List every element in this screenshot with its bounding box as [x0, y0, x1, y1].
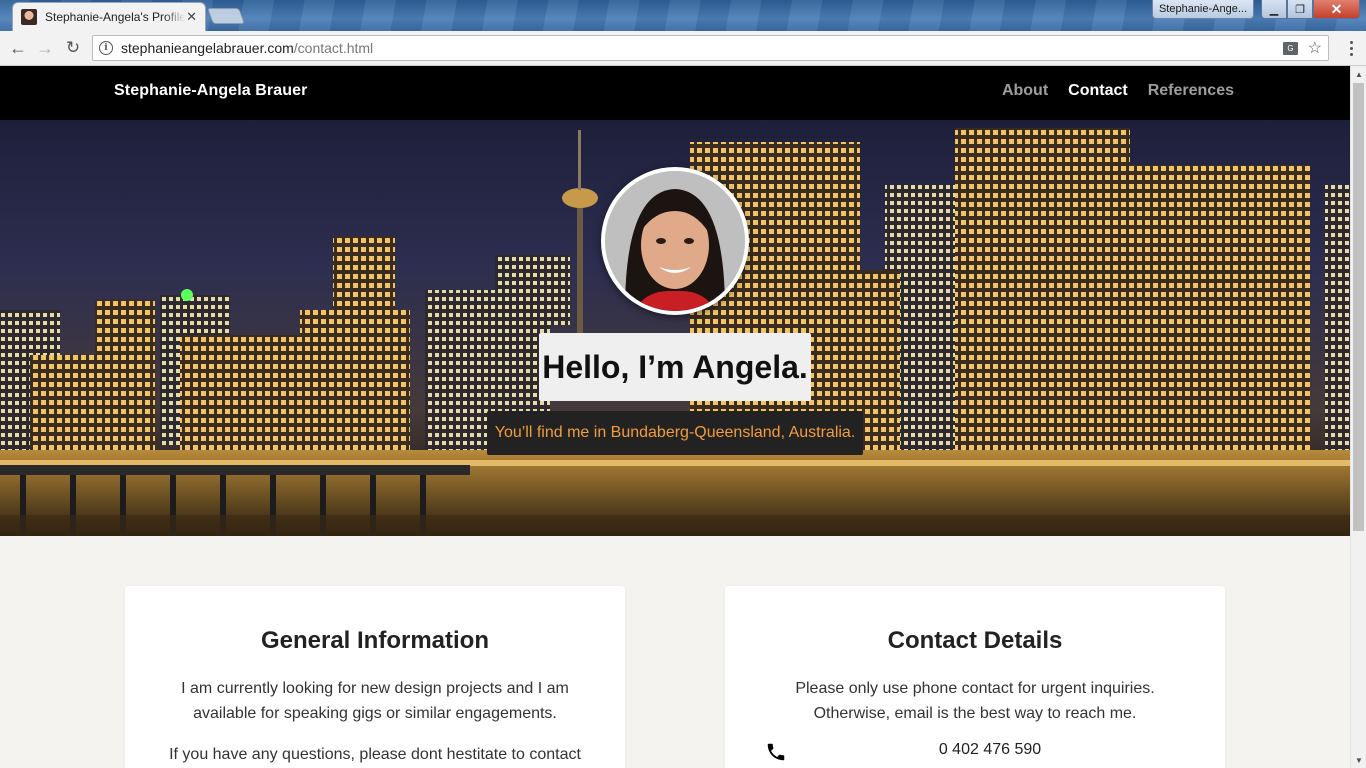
phone-number[interactable]: 0 402 476 590: [725, 741, 1255, 759]
general-information-title: General Information: [260, 627, 490, 654]
general-information-card: General Information I am currently looki…: [125, 586, 625, 768]
hero-banner: Hello, I’m Angela. You’ll find me in Bun…: [0, 120, 1350, 536]
nav-link-about[interactable]: About: [1002, 82, 1048, 100]
minimize-button[interactable]: ▁: [1261, 0, 1287, 19]
contact-details-card: Contact Details Please only use phone co…: [725, 586, 1225, 768]
info-icon[interactable]: i: [99, 41, 113, 55]
browser-toolbar: ← → ↻ i stephanieangelabrauer.com/contac…: [0, 31, 1366, 66]
browser-titlebar: Stephanie-Angela's Profile ✕ Stephanie-A…: [0, 0, 1366, 31]
hero-heading: Hello, I’m Angela.: [539, 333, 811, 401]
forward-arrow-icon[interactable]: →: [34, 37, 56, 59]
tab-close-icon[interactable]: ✕: [186, 9, 197, 25]
profile-favicon-icon: [21, 9, 37, 25]
contact-details-intro: Please only use phone contact for urgent…: [795, 680, 1155, 722]
reload-icon[interactable]: ↻: [62, 37, 84, 59]
page-scrollbar[interactable]: ▲ ▼: [1350, 66, 1366, 768]
browser-menu-icon[interactable]: [1343, 39, 1359, 57]
profile-button[interactable]: Stephanie-Ange...: [1152, 0, 1254, 19]
back-arrow-icon[interactable]: ←: [7, 37, 29, 59]
maximize-button[interactable]: ❐: [1287, 0, 1313, 19]
address-bar[interactable]: i stephanieangelabrauer.com/contact.html…: [92, 35, 1329, 61]
url-host: stephanieangelabrauer.com: [121, 40, 294, 56]
general-information-text: I am currently looking for new design pr…: [181, 680, 569, 722]
translate-icon[interactable]: G: [1283, 41, 1298, 55]
general-information-contact-text: If you have any questions, please dont h…: [169, 746, 581, 763]
profile-avatar: [601, 167, 749, 315]
tab-title: Stephanie-Angela's Profile: [45, 10, 185, 24]
new-tab-button[interactable]: [207, 8, 245, 24]
page-viewport: Stephanie-Angela Brauer About Contact Re…: [0, 66, 1350, 768]
close-window-button[interactable]: ✕: [1313, 0, 1360, 19]
bookmark-star-icon[interactable]: ☆: [1308, 38, 1322, 58]
url-path: /contact.html: [293, 40, 374, 56]
site-brand-link[interactable]: Stephanie-Angela Brauer: [114, 82, 307, 100]
nav-links: About Contact References: [1002, 82, 1234, 100]
browser-tab[interactable]: Stephanie-Angela's Profile ✕: [12, 2, 206, 31]
nav-link-contact[interactable]: Contact: [1068, 82, 1128, 100]
scrollbar-thumb[interactable]: [1353, 83, 1364, 531]
nav-link-references[interactable]: References: [1148, 82, 1234, 100]
site-navbar: Stephanie-Angela Brauer About Contact Re…: [0, 66, 1350, 120]
scroll-down-arrow-icon[interactable]: ▼: [1351, 752, 1366, 768]
scroll-up-arrow-icon[interactable]: ▲: [1351, 66, 1366, 82]
phone-row: 0 402 476 590: [725, 741, 1225, 765]
contact-details-title: Contact Details: [887, 627, 1063, 654]
hero-location: You’ll find me in Bundaberg-Queensland, …: [487, 411, 863, 455]
